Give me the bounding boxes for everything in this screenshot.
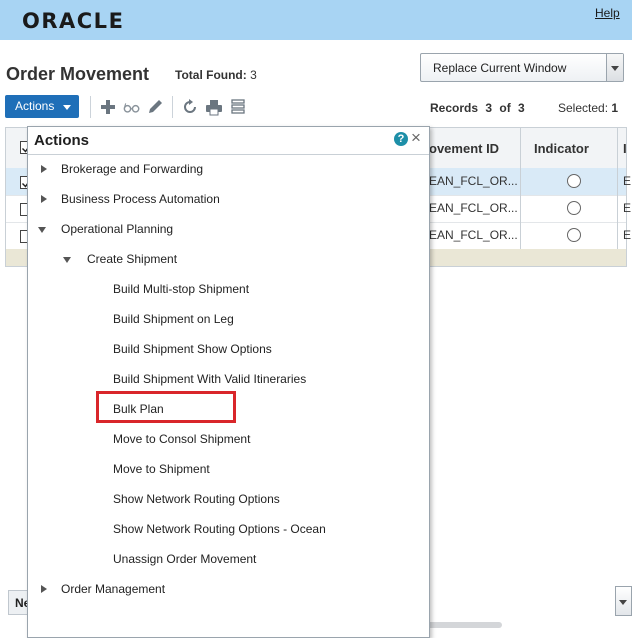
page-title: Order Movement: [6, 64, 150, 84]
toolbar-divider: [90, 96, 91, 118]
records-count: Records 3 of 3: [430, 101, 525, 115]
column-header-movement-id[interactable]: ovement ID: [429, 141, 499, 156]
total-found-label: Total Found:: [175, 68, 247, 82]
actions-button[interactable]: Actions: [5, 95, 79, 118]
add-icon[interactable]: [99, 98, 117, 116]
action-item-order-management[interactable]: Order Management: [61, 582, 165, 596]
actions-button-label: Actions: [15, 99, 55, 113]
column-divider: [617, 127, 618, 249]
edit-icon[interactable]: [146, 98, 164, 116]
selected-label: Selected:: [558, 101, 609, 115]
indicator-radio[interactable]: [567, 174, 581, 188]
total-found: Total Found: 3: [175, 68, 257, 82]
cell-extra: E: [623, 201, 632, 215]
toolbar-divider: [172, 96, 173, 118]
glasses-icon[interactable]: [123, 98, 141, 116]
refresh-icon[interactable]: [181, 98, 199, 116]
action-item-move-to-shipment[interactable]: Move to Shipment: [113, 462, 210, 476]
close-icon[interactable]: ×: [411, 128, 421, 148]
print-icon[interactable]: [205, 98, 223, 116]
caret-down-icon: [63, 105, 71, 110]
actions-panel-title: Actions: [34, 132, 90, 149]
action-item-business-process-automation[interactable]: Business Process Automation: [61, 192, 220, 206]
collapse-arrow-icon[interactable]: [38, 227, 46, 233]
column-header-indicator[interactable]: Indicator: [534, 141, 589, 156]
action-item-build-multi-stop-shipment[interactable]: Build Multi-stop Shipment: [113, 282, 249, 296]
action-item-show-network-routing-options[interactable]: Show Network Routing Options: [113, 492, 280, 506]
cell-extra: E: [623, 174, 632, 188]
action-item-brokerage-and-forwarding[interactable]: Brokerage and Forwarding: [61, 162, 203, 176]
selected-value: 1: [611, 101, 619, 115]
help-link[interactable]: Help: [595, 6, 620, 20]
column-header-extra[interactable]: I: [623, 141, 627, 156]
indicator-radio[interactable]: [567, 228, 581, 242]
list-icon[interactable]: [229, 98, 247, 116]
selected-count: Selected: 1: [558, 101, 618, 115]
bottom-select-dropdown[interactable]: [615, 586, 632, 616]
oracle-logo: ORACLE: [22, 9, 125, 33]
window-mode-select[interactable]: Replace Current Window: [420, 53, 624, 82]
help-icon[interactable]: ?: [394, 132, 408, 146]
bulk-plan-highlight-box: [96, 391, 236, 423]
cell-movement-id: EAN_FCL_OR...: [429, 201, 518, 215]
indicator-radio[interactable]: [567, 201, 581, 215]
cell-movement-id: EAN_FCL_OR...: [429, 174, 518, 188]
expand-arrow-icon[interactable]: [41, 195, 47, 203]
action-item-show-network-routing-options-ocean[interactable]: Show Network Routing Options - Ocean: [113, 522, 326, 536]
action-item-move-to-consol-shipment[interactable]: Move to Consol Shipment: [113, 432, 250, 446]
chevron-down-icon[interactable]: [606, 54, 623, 81]
total-found-value: 3: [250, 68, 257, 82]
cell-movement-id: EAN_FCL_OR...: [429, 228, 518, 242]
expand-arrow-icon[interactable]: [41, 585, 47, 593]
expand-arrow-icon[interactable]: [41, 165, 47, 173]
action-item-create-shipment[interactable]: Create Shipment: [87, 252, 177, 266]
cell-extra: E: [623, 228, 632, 242]
window-mode-selected: Replace Current Window: [433, 61, 567, 75]
action-item-operational-planning[interactable]: Operational Planning: [61, 222, 173, 236]
column-divider: [520, 127, 521, 249]
actions-panel: Actions ? × Brokerage and Forwarding Bus…: [27, 126, 430, 638]
action-item-build-shipment-show-options[interactable]: Build Shipment Show Options: [113, 342, 272, 356]
action-item-build-shipment-with-valid-itineraries[interactable]: Build Shipment With Valid Itineraries: [113, 372, 306, 386]
collapse-arrow-icon[interactable]: [63, 257, 71, 263]
panel-divider: [28, 154, 429, 155]
action-item-unassign-order-movement[interactable]: Unassign Order Movement: [113, 552, 256, 566]
action-item-build-shipment-on-leg[interactable]: Build Shipment on Leg: [113, 312, 234, 326]
